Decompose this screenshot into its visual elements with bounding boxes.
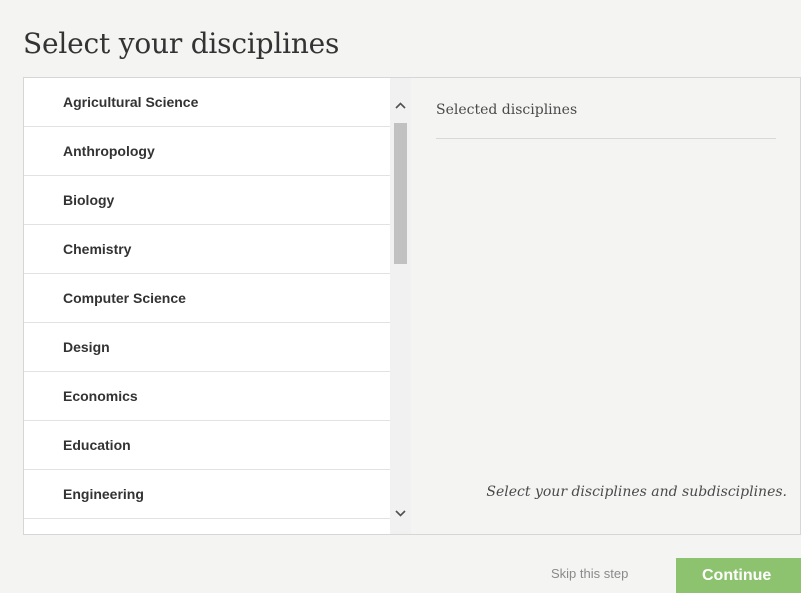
discipline-item-computer-science[interactable]: Computer Science: [24, 274, 411, 323]
chevron-down-icon[interactable]: [390, 503, 411, 524]
selection-hint: Select your disciplines and subdisciplin…: [486, 484, 787, 500]
page-title: Select your disciplines: [23, 27, 340, 60]
scrollbar-thumb[interactable]: [394, 123, 407, 264]
skip-step-link[interactable]: Skip this step: [551, 566, 628, 581]
selected-disciplines-pane: Selected disciplines Select your discipl…: [411, 78, 800, 534]
chevron-up-icon[interactable]: [390, 95, 411, 116]
discipline-item-biology[interactable]: Biology: [24, 176, 411, 225]
discipline-list: Agricultural Science Anthropology Biolog…: [24, 78, 411, 534]
discipline-item-agricultural-science[interactable]: Agricultural Science: [24, 78, 411, 127]
discipline-selection-page: Select your disciplines Agricultural Sci…: [0, 0, 801, 593]
continue-button[interactable]: Continue: [676, 558, 801, 593]
selected-disciplines-header: Selected disciplines: [436, 98, 776, 139]
discipline-item-anthropology[interactable]: Anthropology: [24, 127, 411, 176]
discipline-item-economics[interactable]: Economics: [24, 372, 411, 421]
discipline-picker: Agricultural Science Anthropology Biolog…: [23, 77, 801, 535]
discipline-item-design[interactable]: Design: [24, 323, 411, 372]
discipline-item-education[interactable]: Education: [24, 421, 411, 470]
discipline-item-chemistry[interactable]: Chemistry: [24, 225, 411, 274]
discipline-item-engineering[interactable]: Engineering: [24, 470, 411, 519]
list-scrollbar[interactable]: [390, 78, 411, 534]
